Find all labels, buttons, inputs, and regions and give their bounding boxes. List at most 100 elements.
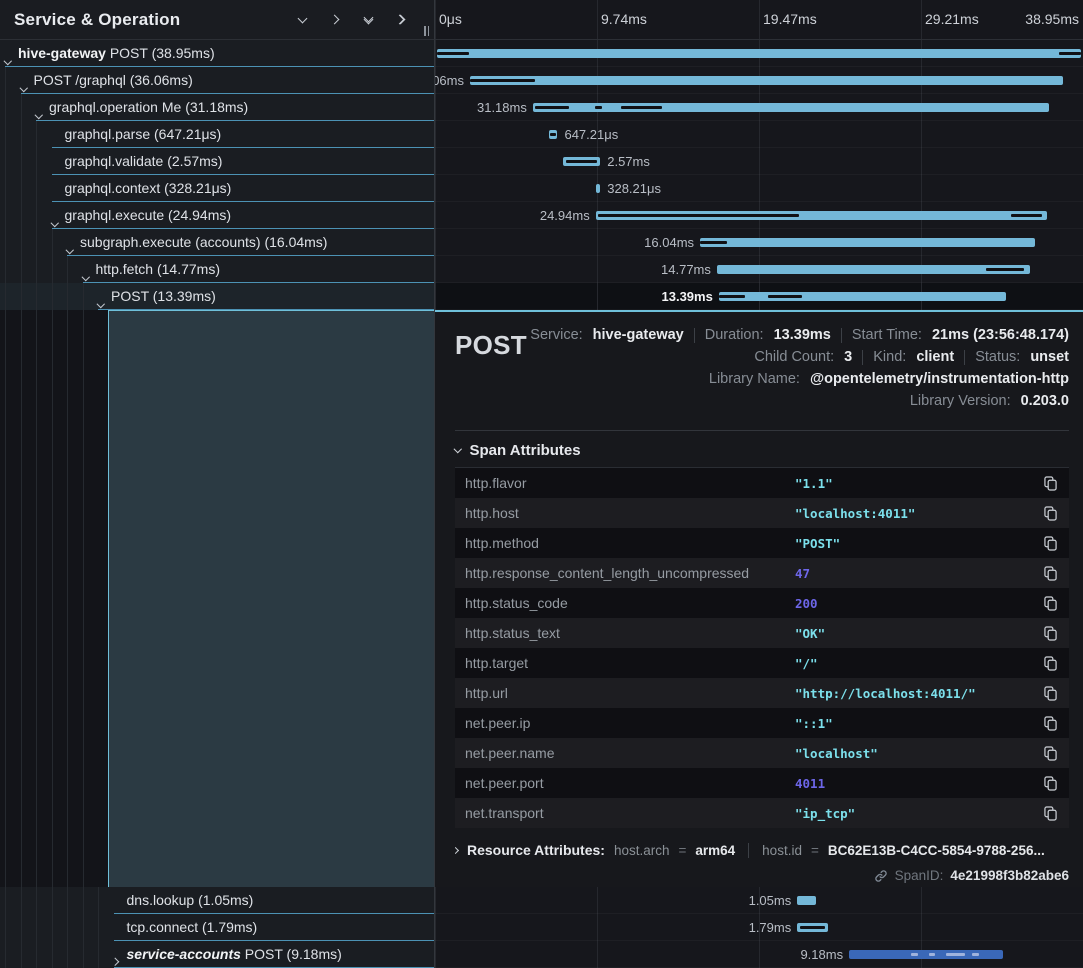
resource-attributes-row[interactable]: Resource Attributes: host.arch=arm64host… — [455, 842, 1069, 858]
tree-guide-line — [83, 310, 84, 887]
span-row-label[interactable]: POST /graphql (36.06ms) — [0, 67, 435, 94]
chevron-down-icon[interactable] — [52, 212, 58, 229]
span-bar[interactable] — [797, 923, 827, 932]
double-chevron-down-icon[interactable] — [361, 13, 375, 27]
span-row-label[interactable]: subgraph.execute (accounts) (16.04ms) — [0, 229, 435, 256]
copy-icon — [1044, 506, 1057, 521]
copy-value-button[interactable] — [1041, 744, 1059, 762]
span-bar[interactable] — [849, 950, 1003, 959]
tree-guide-line — [52, 310, 53, 887]
span-row-label[interactable]: graphql.parse (647.21μs) — [0, 121, 435, 148]
attribute-row: http.response_content_length_uncompresse… — [455, 558, 1069, 588]
span-duration-label: 2.57ms — [607, 148, 650, 175]
tree-guide-line — [21, 229, 22, 256]
tree-guide-line — [67, 887, 68, 914]
chevron-down-icon[interactable] — [36, 104, 42, 121]
copy-value-button[interactable] — [1041, 504, 1059, 522]
timeline-tick: 29.21ms — [925, 0, 979, 39]
copy-value-button[interactable] — [1041, 474, 1059, 492]
span-bar[interactable] — [549, 130, 557, 139]
span-row: graphql.context (328.21μs)328.21μs — [0, 175, 1083, 202]
chevron-down-icon[interactable] — [67, 239, 73, 256]
chevron-right-icon[interactable] — [328, 13, 342, 27]
span-name: POST /graphql (36.06ms) — [34, 67, 193, 93]
double-chevron-right-icon[interactable] — [394, 13, 408, 27]
chevron-down-icon[interactable] — [295, 13, 309, 27]
copy-value-button[interactable] — [1041, 804, 1059, 822]
span-row-label[interactable]: dns.lookup (1.05ms) — [0, 887, 435, 914]
span-name: graphql.parse (647.21μs) — [65, 121, 222, 147]
span-row-label[interactable]: service-accounts POST (9.18ms) — [0, 941, 435, 968]
copy-value-button[interactable] — [1041, 594, 1059, 612]
chevron-down-icon — [454, 445, 462, 453]
span-id-row: SpanID: 4e21998f3b82abe6 — [455, 868, 1069, 883]
attribute-key: http.status_code — [465, 595, 795, 611]
span-id-label: SpanID: — [895, 868, 944, 883]
span-name: graphql.context (328.21μs) — [65, 175, 232, 201]
meta-separator — [841, 328, 842, 343]
span-row: tcp.connect (1.79ms) 1.79ms — [0, 914, 1083, 941]
tree-guide-line — [5, 229, 6, 256]
attribute-value: "localhost" — [795, 746, 1041, 761]
tree-guide-line — [36, 121, 37, 148]
span-bar[interactable] — [717, 265, 1030, 274]
copy-value-button[interactable] — [1041, 654, 1059, 672]
tree-guide-line — [21, 310, 22, 887]
span-row-label[interactable]: hive-gateway POST (38.95ms) — [0, 40, 435, 67]
attribute-key: net.peer.port — [465, 775, 795, 791]
chevron-down-icon[interactable] — [83, 266, 89, 283]
span-bar-segment — [621, 106, 662, 109]
copy-value-button[interactable] — [1041, 714, 1059, 732]
span-bar[interactable] — [563, 157, 600, 166]
span-timeline-cell: 1.79ms — [435, 914, 1083, 941]
tree-guide-line — [5, 202, 6, 229]
span-bar[interactable] — [533, 103, 1049, 112]
meta-label: Library Version: — [910, 393, 1011, 409]
copy-value-button[interactable] — [1041, 534, 1059, 552]
span-row: dns.lookup (1.05ms)1.05ms — [0, 887, 1083, 914]
span-bar[interactable] — [470, 76, 1063, 85]
span-bar[interactable] — [437, 49, 1081, 58]
span-timeline-cell: 31.18ms — [435, 94, 1083, 121]
chevron-down-icon[interactable] — [5, 50, 11, 67]
meta-label: Service: — [530, 327, 582, 343]
copy-value-button[interactable] — [1041, 564, 1059, 582]
span-row-label[interactable]: graphql.operation Me (31.18ms) — [0, 94, 435, 121]
tree-guide-line — [52, 914, 53, 941]
span-duration-label: 13.39ms — [662, 283, 713, 310]
span-row-label[interactable]: http.fetch (14.77ms) — [0, 256, 435, 283]
span-bar[interactable] — [719, 292, 1006, 301]
chevron-down-icon[interactable] — [98, 293, 104, 310]
copy-value-button[interactable] — [1041, 774, 1059, 792]
meta-separator — [748, 843, 749, 858]
tree-guide-line — [5, 256, 6, 283]
chevron-right-icon[interactable] — [114, 951, 118, 968]
copy-value-button[interactable] — [1041, 684, 1059, 702]
span-name: tcp.connect (1.79ms) — [127, 914, 258, 940]
span-row-label[interactable]: graphql.context (328.21μs) — [0, 175, 435, 202]
span-row-label[interactable]: graphql.execute (24.94ms) — [0, 202, 435, 229]
span-row-label[interactable]: POST (13.39ms) — [0, 283, 435, 310]
tree-guide-line — [98, 887, 99, 914]
span-bar-segment — [550, 133, 556, 136]
link-icon[interactable] — [874, 869, 888, 883]
tree-guide-line — [5, 67, 6, 94]
meta-value: 0.203.0 — [1021, 393, 1069, 409]
attribute-key: http.url — [465, 685, 795, 701]
span-bar[interactable] — [797, 896, 816, 905]
span-row-label[interactable]: tcp.connect (1.79ms) — [0, 914, 435, 941]
span-bar-segment — [470, 79, 535, 82]
span-bar[interactable] — [596, 184, 601, 193]
span-meta-line: Service: hive-gatewayDuration: 13.39msSt… — [455, 324, 1069, 346]
span-bar[interactable] — [596, 211, 1047, 220]
span-row-label[interactable]: graphql.validate (2.57ms) — [0, 148, 435, 175]
tree-guide-line — [36, 283, 37, 310]
chevron-down-icon[interactable] — [21, 77, 27, 94]
copy-value-button[interactable] — [1041, 624, 1059, 642]
span-timeline-cell: 9.18ms — [435, 941, 1083, 968]
span-row: POST /graphql (36.06ms)36.06ms — [0, 67, 1083, 94]
span-attributes-toggle[interactable]: Span Attributes — [455, 433, 1069, 467]
span-bar[interactable] — [700, 238, 1035, 247]
tree-guide-line — [36, 310, 37, 887]
column-resize-handle[interactable] — [424, 26, 429, 36]
